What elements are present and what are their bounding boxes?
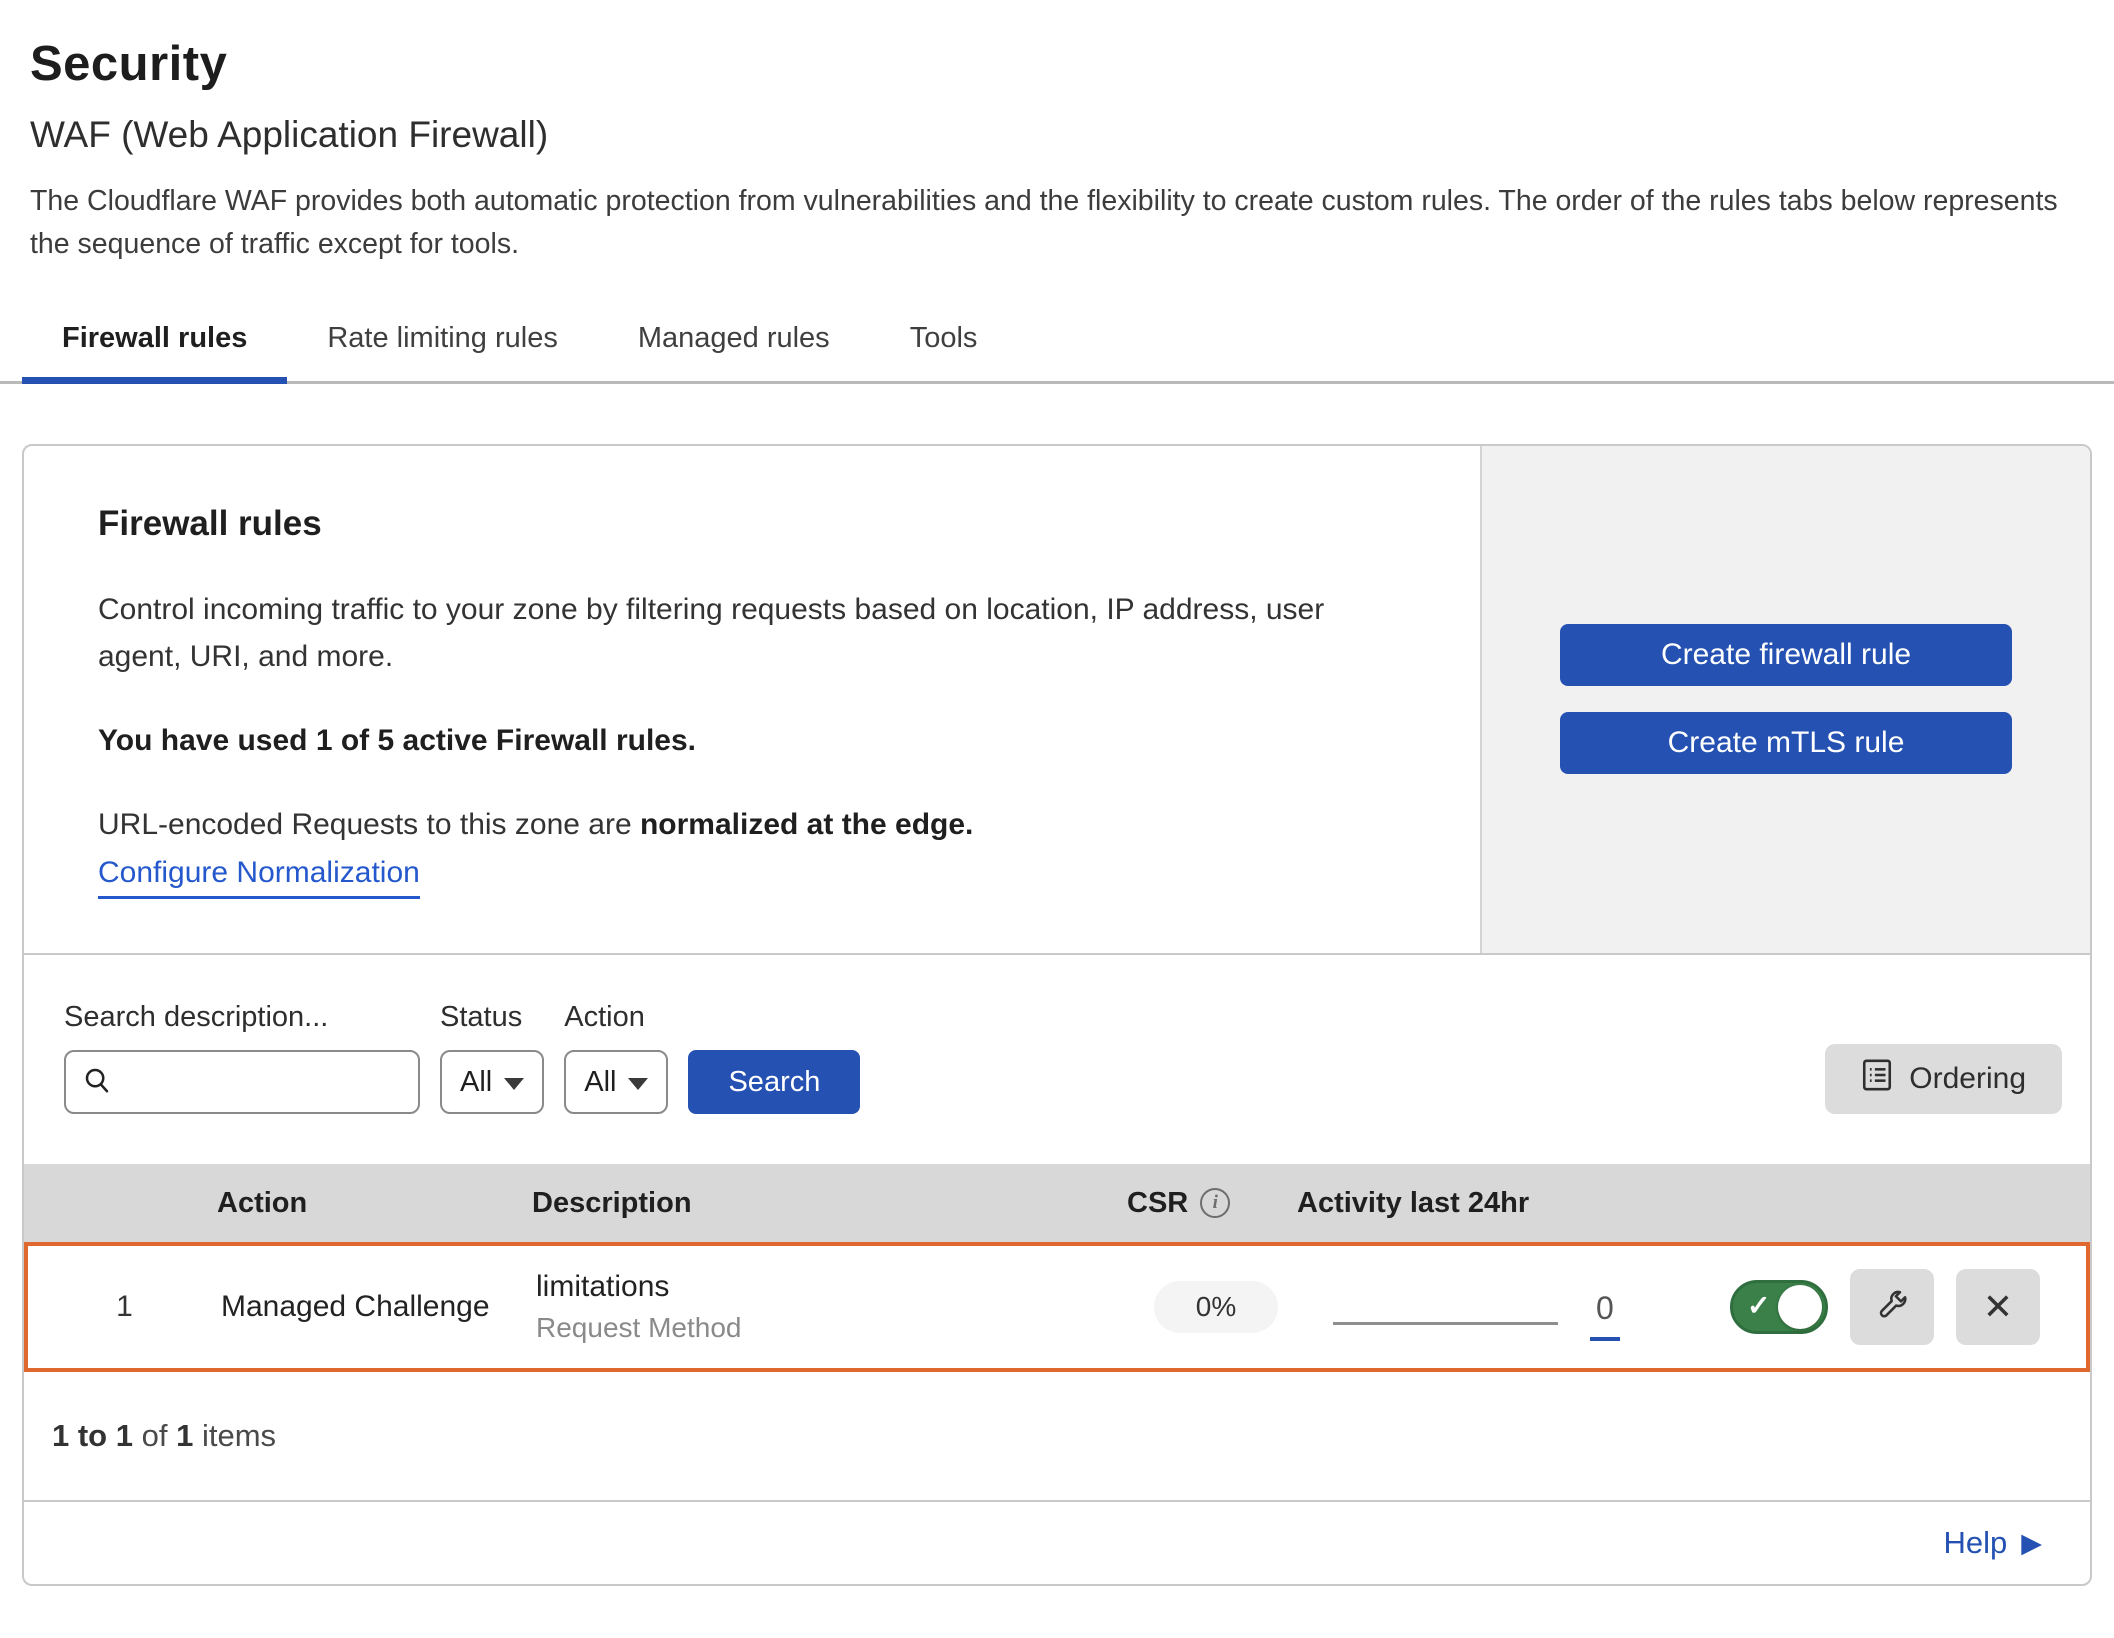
activity-count[interactable]: 0	[1590, 1290, 1620, 1341]
tab-rate-limiting-rules[interactable]: Rate limiting rules	[287, 308, 597, 384]
ordering-button-label: Ordering	[1909, 1062, 2026, 1096]
page-title: Security	[30, 36, 2084, 92]
card-footer: Help ▶	[24, 1502, 2090, 1584]
activity-sparkline	[1333, 1322, 1558, 1325]
delete-rule-button[interactable]: ✕	[1956, 1269, 2040, 1345]
status-label: Status	[440, 1001, 544, 1034]
page-description: The Cloudflare WAF provides both automat…	[30, 180, 2084, 266]
search-button[interactable]: Search	[688, 1050, 860, 1114]
firewall-rules-card: Firewall rules Control incoming traffic …	[22, 444, 2092, 1587]
create-mtls-rule-button[interactable]: Create mTLS rule	[1560, 712, 2012, 774]
header-action: Action	[217, 1187, 532, 1220]
help-link-label: Help	[1943, 1525, 2007, 1561]
ordering-button[interactable]: Ordering	[1825, 1044, 2062, 1114]
configure-normalization-link[interactable]: Configure Normalization	[98, 856, 420, 899]
rule-csr-badge: 0%	[1154, 1281, 1278, 1333]
intro-text-column: Firewall rules Control incoming traffic …	[24, 446, 1480, 954]
page-subtitle: WAF (Web Application Firewall)	[30, 114, 2084, 156]
check-icon: ✓	[1747, 1289, 1770, 1322]
header-csr-label: CSR	[1127, 1187, 1188, 1220]
intro-section: Firewall rules Control incoming traffic …	[24, 446, 2090, 956]
tab-managed-rules[interactable]: Managed rules	[598, 308, 870, 384]
filter-bar: Search description... Status All Action …	[24, 955, 2090, 1164]
help-link[interactable]: Help ▶	[1943, 1525, 2042, 1561]
tab-bar: Firewall rules Rate limiting rules Manag…	[0, 308, 2114, 384]
normalization-note: URL-encoded Requests to this zone are no…	[98, 808, 1390, 842]
tab-firewall-rules[interactable]: Firewall rules	[22, 308, 287, 384]
chevron-down-icon	[628, 1078, 648, 1090]
tab-tools[interactable]: Tools	[870, 308, 1018, 384]
status-select[interactable]: All	[440, 1050, 544, 1114]
action-select-value: All	[584, 1066, 616, 1099]
header-activity: Activity last 24hr	[1297, 1187, 2090, 1220]
rule-enabled-toggle[interactable]: ✓	[1730, 1280, 1828, 1334]
pagination-summary: 1 to 1 of 1 items	[24, 1372, 2090, 1502]
header-csr: CSR i	[1127, 1187, 1297, 1220]
rule-description: limitations	[536, 1270, 1131, 1304]
search-group: Search description...	[64, 1001, 420, 1114]
action-label: Action	[564, 1001, 668, 1034]
toggle-knob	[1778, 1285, 1822, 1329]
normalization-note-text: URL-encoded Requests to this zone are	[98, 808, 640, 841]
create-firewall-rule-button[interactable]: Create firewall rule	[1560, 624, 2012, 686]
action-group: Action All	[564, 1001, 668, 1114]
summary-count: 1	[176, 1418, 193, 1453]
rule-activity-cell: 0 ✓ ✕	[1301, 1246, 2086, 1368]
ordered-list-icon	[1861, 1058, 1893, 1100]
rule-description-cell: limitations Request Method	[536, 1270, 1131, 1344]
rule-priority: 1	[116, 1290, 133, 1324]
rule-action: Managed Challenge	[221, 1290, 536, 1324]
search-input-wrapper	[64, 1050, 420, 1114]
chevron-down-icon	[504, 1078, 524, 1090]
status-group: Status All	[440, 1001, 544, 1114]
actions-panel: Create firewall rule Create mTLS rule	[1480, 446, 2090, 954]
rule-expression: Request Method	[536, 1312, 1131, 1344]
table-header: Action Description CSR i Activity last 2…	[24, 1164, 2090, 1242]
wrench-icon	[1874, 1288, 1910, 1327]
summary-of: of	[142, 1418, 168, 1453]
page-header: Security WAF (Web Application Firewall) …	[0, 0, 2114, 266]
arrow-right-icon: ▶	[2021, 1530, 2042, 1557]
search-input[interactable]	[122, 1066, 402, 1098]
summary-items: items	[202, 1418, 276, 1453]
normalization-note-bold: normalized at the edge.	[640, 808, 973, 841]
search-icon	[82, 1065, 112, 1100]
close-icon: ✕	[1983, 1289, 2013, 1325]
info-icon[interactable]: i	[1200, 1188, 1230, 1218]
summary-range: 1 to 1	[52, 1418, 133, 1453]
edit-rule-button[interactable]	[1850, 1269, 1934, 1345]
intro-description: Control incoming traffic to your zone by…	[98, 586, 1390, 681]
intro-heading: Firewall rules	[98, 504, 1390, 544]
header-description: Description	[532, 1187, 1127, 1220]
status-select-value: All	[460, 1066, 492, 1099]
table-row-firewall-rule[interactable]: 1 Managed Challenge limitations Request …	[24, 1242, 2090, 1372]
search-label: Search description...	[64, 1001, 420, 1034]
action-select[interactable]: All	[564, 1050, 668, 1114]
usage-summary: You have used 1 of 5 active Firewall rul…	[98, 724, 1390, 758]
